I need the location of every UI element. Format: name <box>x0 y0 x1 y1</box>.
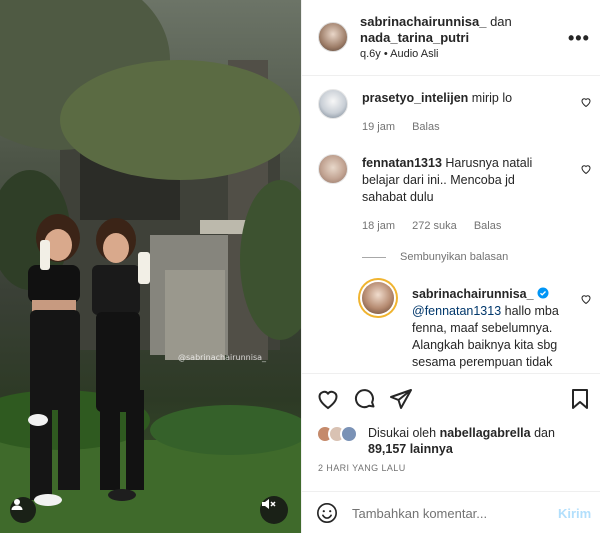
reply-button[interactable]: Balas <box>474 220 502 232</box>
heart-icon[interactable] <box>580 96 592 108</box>
author-avatar[interactable] <box>318 22 348 52</box>
comment-avatar[interactable] <box>318 154 348 184</box>
reply-button[interactable]: Balas <box>412 121 440 133</box>
likes-summary[interactable]: Disukai oleh nabellagabrella dan 89,157 … <box>316 423 596 459</box>
hide-replies-label: Sembunyikan balasan <box>400 251 509 263</box>
liker-avatar <box>340 425 358 443</box>
comment-username[interactable]: prasetyo_intelijen <box>362 91 468 105</box>
likes-user[interactable]: nabellagabrella <box>440 426 531 440</box>
author-connector: dan <box>490 14 512 29</box>
heart-icon[interactable] <box>316 387 340 411</box>
divider <box>362 256 386 258</box>
mute-icon <box>262 499 276 509</box>
likes-count[interactable]: 89,157 lainnya <box>368 442 453 456</box>
heart-icon[interactable] <box>580 293 592 305</box>
comments-list[interactable]: prasetyo_intelijen mirip lo 19 jam Balas… <box>302 77 600 373</box>
comment-icon[interactable] <box>353 387 377 411</box>
video-watermark: @sabrinachairunnisa_ <box>178 353 267 362</box>
likes-connector: dan <box>534 426 555 440</box>
send-icon[interactable] <box>389 387 413 411</box>
comment-avatar[interactable] <box>318 89 348 119</box>
tagged-users-button[interactable] <box>10 497 36 523</box>
verified-icon <box>537 287 549 299</box>
more-options-button[interactable]: ••• <box>568 28 590 49</box>
send-comment-button[interactable]: Kirim <box>558 506 591 521</box>
comment-text: mirip lo <box>471 91 513 105</box>
audio-subtitle[interactable]: q.6y • Audio Asli <box>360 48 438 60</box>
author-names: sabrinachairunnisa_ dan nada_tarina_putr… <box>360 14 550 46</box>
post-video[interactable]: @sabrinachairunnisa_ <box>0 0 301 533</box>
hide-replies-button[interactable]: Sembunyikan balasan <box>362 251 508 263</box>
comment-time: 19 jam <box>362 121 396 133</box>
reply-username[interactable]: sabrinachairunnisa_ <box>412 287 534 301</box>
post-date[interactable]: 2 HARI YANG LALU <box>318 463 406 473</box>
author-username[interactable]: sabrinachairunnisa_ <box>360 14 486 29</box>
video-frame <box>0 0 301 533</box>
more-icon: ••• <box>568 28 590 48</box>
user-icon <box>11 499 23 510</box>
post-actions <box>302 373 600 423</box>
coauthor-username[interactable]: nada_tarina_putri <box>360 30 469 45</box>
comment-username[interactable]: fennatan1313 <box>362 156 442 170</box>
likes-prefix: Disukai oleh <box>368 426 437 440</box>
liker-avatars <box>316 425 366 445</box>
reply-avatar[interactable] <box>362 282 394 314</box>
bookmark-icon[interactable] <box>568 387 592 411</box>
reply-mention[interactable]: @fennatan1313 <box>412 304 501 318</box>
comment-input[interactable] <box>352 502 542 524</box>
emoji-icon[interactable] <box>316 502 338 524</box>
comment-likes[interactable]: 272 suka <box>412 220 457 232</box>
mute-button[interactable] <box>260 496 288 524</box>
heart-icon[interactable] <box>580 163 592 175</box>
post-header: sabrinachairunnisa_ dan nada_tarina_putr… <box>302 0 600 76</box>
comment-time: 18 jam <box>362 220 396 232</box>
post-panel: sabrinachairunnisa_ dan nada_tarina_putr… <box>301 0 600 533</box>
comment-composer: Kirim <box>302 491 600 533</box>
